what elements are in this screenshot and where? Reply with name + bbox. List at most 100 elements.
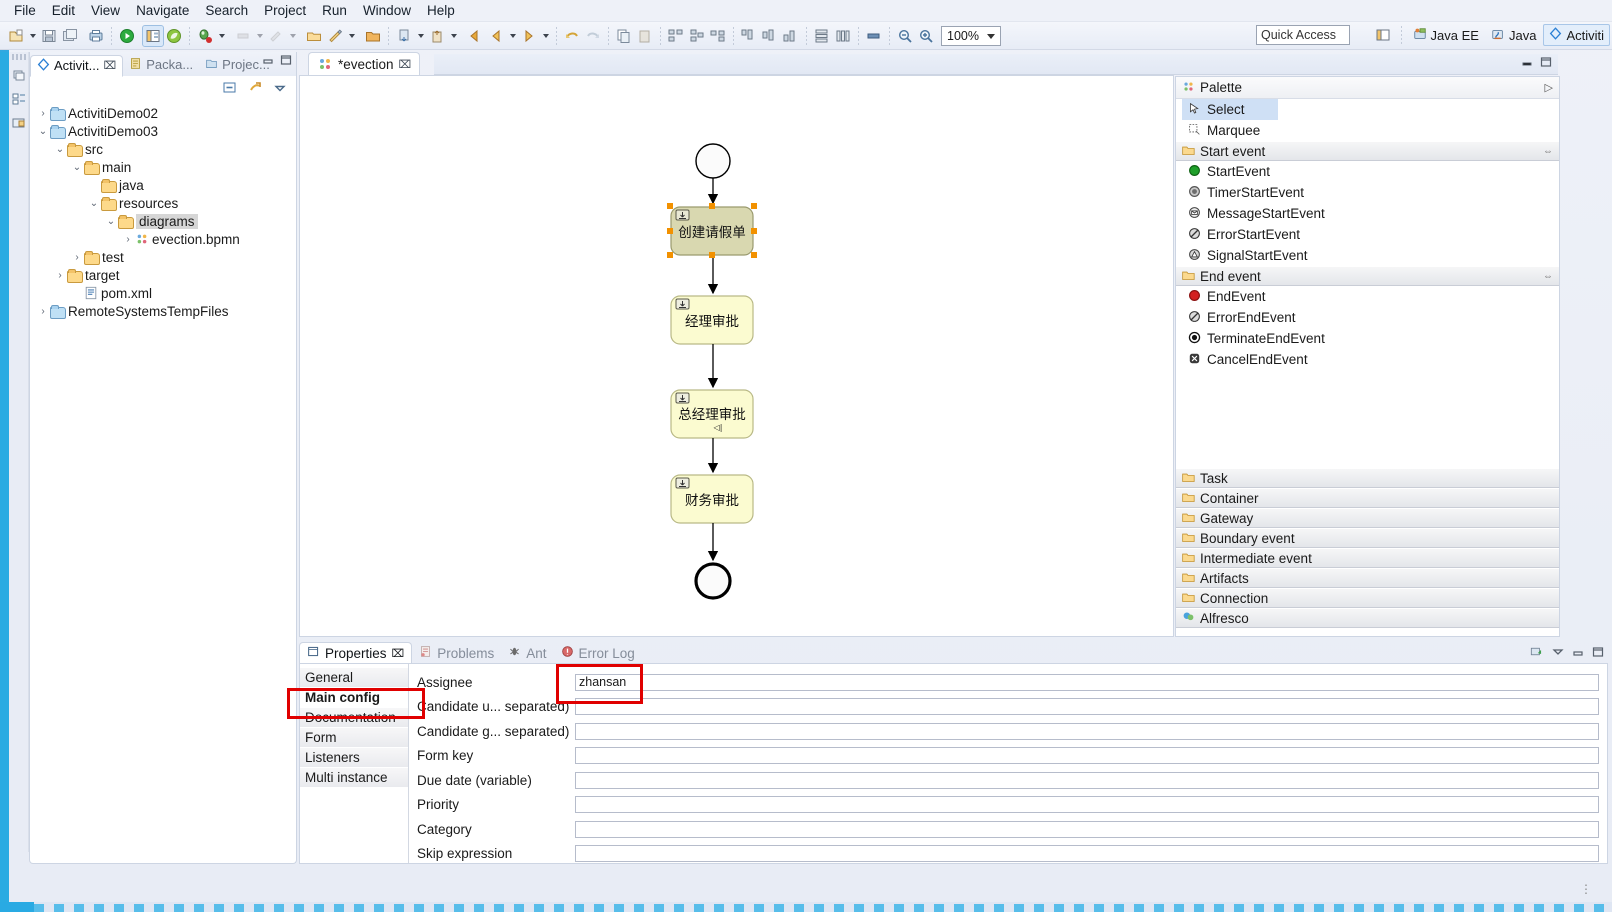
menu-item-help[interactable]: Help: [419, 1, 463, 20]
coverage-dropdown[interactable]: [287, 26, 298, 46]
palette-group-pin-icon[interactable]: ⇔: [1543, 271, 1553, 282]
menu-item-project[interactable]: Project: [256, 1, 314, 20]
maximize-icon[interactable]: [280, 54, 292, 69]
explorer-tab-activit[interactable]: Activit... ⌧: [30, 55, 124, 77]
tree-node-pom-xml[interactable]: pom.xml: [30, 284, 296, 302]
tree-node-diagrams[interactable]: ⌄ diagrams: [30, 212, 296, 230]
tree-node-evection-bpmn[interactable]: › evection.bpmn: [30, 230, 296, 248]
chevron-right-icon[interactable]: ›: [121, 232, 135, 246]
run-button[interactable]: [117, 26, 137, 46]
package-explorer-rail-icon[interactable]: [10, 114, 28, 132]
properties-field-input-priority[interactable]: [575, 796, 1599, 814]
external-tools-dropdown[interactable]: [254, 26, 265, 46]
tree-node-java[interactable]: java: [30, 176, 296, 194]
close-icon[interactable]: ⌧: [392, 647, 405, 660]
palette-group-end-event[interactable]: End event ⇔: [1176, 266, 1559, 286]
back-button[interactable]: [465, 26, 485, 46]
chevron-right-icon[interactable]: ›: [70, 250, 84, 264]
properties-section-main-config[interactable]: Main config: [300, 688, 408, 708]
palette-item-cancelendevent[interactable]: CancelEndEvent: [1176, 349, 1559, 370]
palette-group-intermediate-event[interactable]: Intermediate event: [1176, 548, 1559, 568]
chevron-down-icon[interactable]: ⌄: [36, 124, 50, 138]
palette-item-timerstartevent[interactable]: TimerStartEvent: [1176, 182, 1559, 203]
properties-section-general[interactable]: General: [300, 668, 408, 688]
properties-section-form[interactable]: Form: [300, 728, 408, 748]
next-annotation-dropdown[interactable]: [415, 26, 426, 46]
back-dropdown[interactable]: [507, 26, 518, 46]
chevron-down-icon[interactable]: ⌄: [53, 142, 67, 156]
open-perspective-icon-button[interactable]: [1371, 24, 1395, 46]
perspective-java-ee[interactable]: Java EE: [1408, 24, 1484, 46]
external-tools-button[interactable]: [233, 26, 253, 46]
chevron-down-icon[interactable]: ⌄: [70, 160, 84, 174]
tree-node-target[interactable]: › target: [30, 266, 296, 284]
tree-node-activitidemo03[interactable]: ⌄ ActivitiDemo03: [30, 122, 296, 140]
debug-button[interactable]: [195, 26, 215, 46]
save-all-button[interactable]: [60, 26, 80, 46]
palette-pin-icon[interactable]: ▷: [1545, 81, 1553, 94]
palette-item-terminateendevent[interactable]: TerminateEndEvent: [1176, 328, 1559, 349]
menu-item-window[interactable]: Window: [355, 1, 419, 20]
quick-access-input[interactable]: Quick Access: [1256, 25, 1350, 45]
maximize-icon[interactable]: [1592, 646, 1604, 661]
properties-tab-properties[interactable]: Properties ⌧: [299, 642, 413, 664]
properties-section-documentation[interactable]: Documentation: [300, 708, 408, 728]
properties-field-input-form-key[interactable]: [575, 747, 1599, 765]
palette-tool-marquee[interactable]: Marquee: [1176, 120, 1559, 141]
maximize-icon[interactable]: [1540, 56, 1552, 71]
view-menu-icon[interactable]: [272, 80, 288, 96]
palette-group-boundary-event[interactable]: Boundary event: [1176, 528, 1559, 548]
menu-item-view[interactable]: View: [83, 1, 128, 20]
chevron-down-icon[interactable]: ⌄: [104, 214, 118, 228]
copy-button[interactable]: [614, 26, 634, 46]
align-bottom-button[interactable]: [781, 26, 801, 46]
close-icon[interactable]: ⌧: [399, 58, 412, 71]
undo-button[interactable]: [562, 26, 582, 46]
tree-node-resources[interactable]: ⌄ resources: [30, 194, 296, 212]
new-java-class-button[interactable]: [325, 26, 345, 46]
align-center-button[interactable]: [687, 26, 707, 46]
zoom-level-combo[interactable]: 100%: [941, 25, 1001, 46]
explorer-tab-packa[interactable]: Packa...: [123, 54, 199, 76]
properties-field-input-candidate-u-separated[interactable]: [575, 698, 1599, 716]
properties-field-input-due-date-variable[interactable]: [575, 771, 1599, 789]
properties-tab-problems[interactable]: Problems: [412, 642, 501, 664]
palette-group-task[interactable]: Task: [1176, 468, 1559, 488]
properties-field-input-candidate-g-separated[interactable]: [575, 722, 1599, 740]
tree-node-main[interactable]: ⌄ main: [30, 158, 296, 176]
align-top-button[interactable]: [739, 26, 759, 46]
perspective-java[interactable]: Java: [1486, 24, 1541, 46]
prev-annotation-dropdown[interactable]: [448, 26, 459, 46]
palette-item-endevent[interactable]: EndEvent: [1176, 286, 1559, 307]
editor-tab-evection[interactable]: *evection ⌧: [308, 52, 421, 75]
properties-tab-error-log[interactable]: Error Log: [554, 642, 642, 664]
minimize-icon[interactable]: [262, 54, 274, 69]
prev-annotation-button[interactable]: [427, 26, 447, 46]
restore-view-icon[interactable]: [10, 66, 28, 84]
toggle-grid-button[interactable]: [864, 26, 884, 46]
chevron-right-icon[interactable]: ›: [36, 106, 50, 120]
palette-item-startevent[interactable]: StartEvent: [1176, 161, 1559, 182]
chevron-right-icon[interactable]: ›: [36, 304, 50, 318]
pin-properties-icon[interactable]: [1530, 645, 1544, 661]
paste-button[interactable]: [635, 26, 655, 46]
link-with-editor-icon[interactable]: [247, 80, 263, 96]
align-middle-button[interactable]: [760, 26, 780, 46]
properties-section-multi-instance[interactable]: Multi instance: [300, 768, 408, 788]
palette-group-container[interactable]: Container: [1176, 488, 1559, 508]
coverage-button[interactable]: [266, 26, 286, 46]
forward-button[interactable]: [519, 26, 539, 46]
menu-item-navigate[interactable]: Navigate: [128, 1, 197, 20]
palette-item-errorstartevent[interactable]: ErrorStartEvent: [1176, 224, 1559, 245]
chevron-down-icon[interactable]: ⌄: [87, 196, 101, 210]
palette-tool-select[interactable]: Select: [1182, 99, 1278, 120]
view-menu-icon[interactable]: [1552, 646, 1564, 661]
palette-group-artifacts[interactable]: Artifacts: [1176, 568, 1559, 588]
open-resource-button[interactable]: [363, 26, 383, 46]
minimize-icon[interactable]: [1521, 56, 1533, 71]
match-width-button[interactable]: [833, 26, 853, 46]
chevron-right-icon[interactable]: ›: [53, 268, 67, 282]
minimize-icon[interactable]: [1572, 646, 1584, 661]
menu-item-run[interactable]: Run: [314, 1, 355, 20]
zoom-in-button[interactable]: [916, 26, 936, 46]
